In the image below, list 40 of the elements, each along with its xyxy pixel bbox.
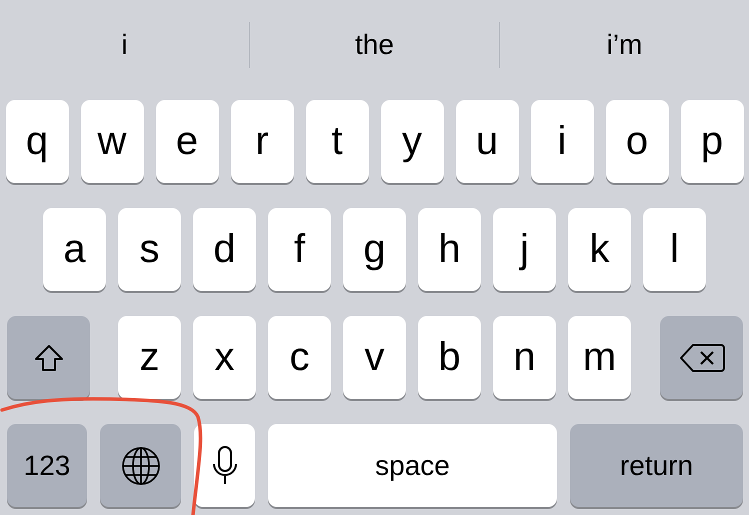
letter-key[interactable]: r bbox=[230, 100, 294, 183]
suggestion[interactable]: i’m bbox=[500, 15, 749, 75]
letter-key[interactable]: d bbox=[193, 208, 256, 291]
letter-key[interactable]: l bbox=[643, 208, 706, 291]
letter-key[interactable]: f bbox=[268, 208, 331, 291]
letter-key[interactable]: e bbox=[156, 100, 218, 183]
space-bar[interactable]: space bbox=[268, 424, 557, 507]
globe-icon bbox=[120, 446, 160, 486]
letter-key[interactable]: w bbox=[80, 100, 144, 183]
microphone-key[interactable] bbox=[194, 424, 255, 507]
letter-key[interactable]: t bbox=[306, 100, 368, 183]
letter-key[interactable]: y bbox=[380, 100, 444, 183]
shift-icon bbox=[34, 344, 64, 372]
letter-key[interactable]: m bbox=[568, 316, 631, 399]
return-key[interactable]: return bbox=[570, 424, 743, 507]
letter-key[interactable]: q bbox=[6, 100, 68, 183]
globe-key[interactable] bbox=[100, 424, 181, 507]
letter-key[interactable]: u bbox=[456, 100, 518, 183]
letter-key[interactable]: s bbox=[118, 208, 181, 291]
numbers-key[interactable]: 123 bbox=[7, 424, 87, 507]
suggestion[interactable]: the bbox=[250, 15, 499, 75]
letter-key[interactable]: z bbox=[118, 316, 181, 399]
letter-key[interactable]: a bbox=[43, 208, 106, 291]
letter-key[interactable]: c bbox=[268, 316, 331, 399]
letter-key[interactable]: i bbox=[530, 100, 594, 183]
letter-key[interactable]: x bbox=[193, 316, 256, 399]
microphone-icon bbox=[212, 446, 238, 486]
letter-key[interactable]: v bbox=[343, 316, 406, 399]
letter-key[interactable]: n bbox=[493, 316, 556, 399]
shift-key[interactable] bbox=[7, 316, 90, 399]
letter-key[interactable]: b bbox=[418, 316, 481, 399]
backspace-icon bbox=[678, 342, 724, 372]
letter-key[interactable]: h bbox=[418, 208, 481, 291]
letter-key[interactable]: o bbox=[606, 100, 668, 183]
letter-key[interactable]: k bbox=[568, 208, 631, 291]
letter-key[interactable]: j bbox=[493, 208, 556, 291]
letter-key[interactable]: p bbox=[680, 100, 744, 183]
delete-key[interactable] bbox=[660, 316, 743, 399]
letter-key[interactable]: g bbox=[343, 208, 406, 291]
suggestion[interactable]: i bbox=[0, 15, 249, 75]
